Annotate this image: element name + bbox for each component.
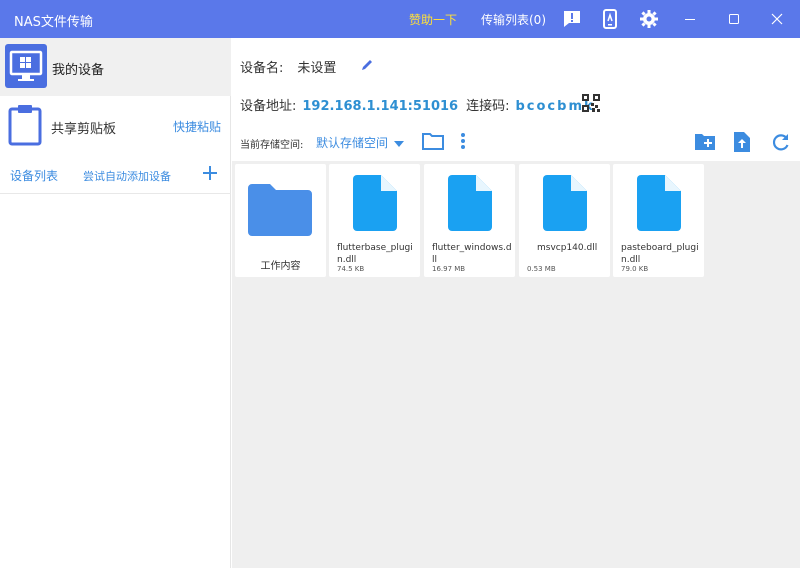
add-device-icon[interactable] (201, 164, 219, 182)
file-name: flutterbase_plugin.dll (337, 243, 413, 265)
refresh-icon[interactable] (771, 133, 790, 152)
app-title: NAS文件传输 (14, 15, 93, 30)
maximize-icon[interactable] (724, 9, 744, 29)
sidebar: 我的设备 共享剪贴板 快捷粘贴 设备列表 尝试自动添加设备 (0, 38, 231, 568)
title-bar: NAS文件传输 赞助一下 传输列表(0) (0, 0, 800, 38)
file-name: flutter_windows.dll (432, 243, 512, 265)
device-address-row: 设备地址: 192.168.1.141:51016 连接码: bcocbmk (240, 95, 595, 114)
close-icon[interactable] (767, 9, 787, 29)
device-list-link[interactable]: 设备列表 (10, 167, 58, 184)
transfer-list-button[interactable]: 传输列表(0) (481, 11, 546, 28)
new-folder-icon[interactable] (694, 133, 716, 151)
gear-icon[interactable] (639, 9, 659, 29)
sponsor-link[interactable]: 赞助一下 (409, 11, 457, 28)
connect-code-label: 连接码: (466, 99, 510, 114)
upload-file-icon[interactable] (734, 132, 750, 152)
edit-pencil-icon[interactable] (360, 58, 374, 72)
file-item[interactable]: flutter_windows.dll 16.97 MB (424, 164, 515, 277)
more-vertical-icon[interactable] (459, 132, 467, 150)
file-item[interactable]: msvcp140.dll 0.53 MB (519, 164, 610, 277)
file-size: 16.97 MB (432, 265, 466, 273)
file-size: 74.5 KB (337, 265, 365, 273)
device-name-value: 未设置 (297, 61, 337, 76)
file-name: msvcp140.dll (537, 243, 598, 253)
file-icon (637, 175, 681, 231)
file-size: 0.53 MB (527, 265, 556, 273)
phone-icon[interactable] (600, 9, 620, 29)
main-panel: 设备名: 未设置 设备地址: 192.168.1.141:51016 连接码: bcoc… (232, 38, 800, 568)
qr-code-icon[interactable] (582, 94, 600, 112)
quick-paste-button[interactable]: 快捷粘贴 (173, 118, 221, 135)
storage-select[interactable]: 默认存储空间 (316, 134, 405, 151)
feedback-icon[interactable] (562, 9, 582, 29)
file-icon (543, 175, 587, 231)
folder-icon (248, 184, 312, 236)
file-grid: 工作内容 flutterbase_plugin.dll 74.5 KB flut… (232, 161, 800, 568)
auto-add-device-link[interactable]: 尝试自动添加设备 (83, 168, 171, 184)
my-device-label: 我的设备 (52, 63, 105, 78)
file-icon (353, 175, 397, 231)
minimize-icon[interactable] (680, 9, 700, 29)
file-size: 79.0 KB (621, 265, 649, 273)
file-name: pasteboard_plugin.dll (621, 243, 699, 265)
file-name: 工作内容 (260, 261, 301, 272)
chevron-down-icon (394, 140, 405, 147)
monitor-icon (5, 44, 47, 88)
file-icon (448, 175, 492, 231)
sidebar-item-my-device[interactable]: 我的设备 (0, 38, 231, 96)
clipboard-label: 共享剪贴板 (51, 122, 117, 137)
storage-label: 当前存储空间: (240, 140, 304, 151)
clipboard-icon[interactable] (8, 104, 42, 146)
storage-select-value: 默认存储空间 (316, 136, 389, 150)
device-address-value: 192.168.1.141:51016 (302, 99, 459, 114)
device-name-label: 设备名: (240, 61, 284, 76)
sidebar-item-clipboard: 共享剪贴板 快捷粘贴 (0, 98, 231, 156)
file-item[interactable]: pasteboard_plugin.dll 79.0 KB (613, 164, 704, 277)
folder-item[interactable]: 工作内容 (235, 164, 326, 277)
device-address-label: 设备地址: (240, 99, 297, 114)
device-name-row: 设备名: 未设置 (240, 57, 336, 76)
device-list-header: 设备列表 尝试自动添加设备 (0, 160, 231, 194)
folder-open-icon[interactable] (422, 132, 444, 150)
file-item[interactable]: flutterbase_plugin.dll 74.5 KB (329, 164, 420, 277)
